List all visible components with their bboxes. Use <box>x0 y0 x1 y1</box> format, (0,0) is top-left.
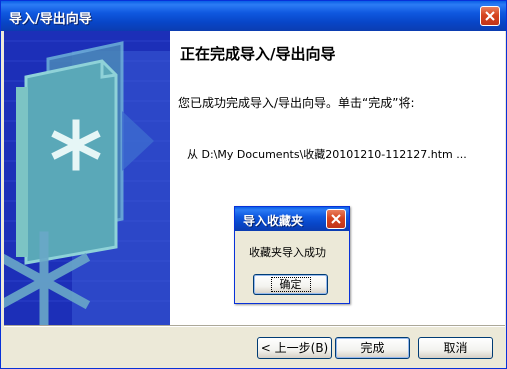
title-bar[interactable]: 导入/导出向导 <box>1 1 506 31</box>
window-title: 导入/导出向导 <box>9 12 92 27</box>
dialog-title: 导入收藏夹 <box>243 214 304 228</box>
wizard-heading: 正在完成导入/导出向导 <box>180 45 336 63</box>
dialog-close-button[interactable] <box>326 209 346 229</box>
ok-button-label: 确定 <box>270 277 311 292</box>
close-button[interactable] <box>480 6 500 26</box>
button-separator <box>4 325 505 327</box>
wizard-side-graphic <box>4 31 170 325</box>
back-button[interactable]: < 上一步(B) <box>257 337 332 359</box>
ok-button[interactable]: 确定 <box>253 274 328 295</box>
import-source-path: 从 D:\My Documents\收藏20101210-112127.htm … <box>187 148 467 161</box>
documents-asterisk-graphic <box>4 31 170 325</box>
cancel-button[interactable]: 取消 <box>418 337 493 359</box>
dialog-title-bar[interactable]: 导入收藏夹 <box>235 207 349 231</box>
finish-button[interactable]: 完成 <box>335 337 410 359</box>
close-icon <box>485 11 495 21</box>
import-export-wizard-window: 导入/导出向导 正在完成导入/导出向导 您已成功完成导入/导出向导。单击“完成”… <box>0 0 507 369</box>
import-favorites-dialog: 导入收藏夹 收藏夹导入成功 确定 <box>234 206 350 304</box>
close-icon <box>331 214 341 224</box>
wizard-description: 您已成功完成导入/导出向导。单击“完成”将: <box>178 96 415 110</box>
dialog-message: 收藏夹导入成功 <box>249 246 326 259</box>
